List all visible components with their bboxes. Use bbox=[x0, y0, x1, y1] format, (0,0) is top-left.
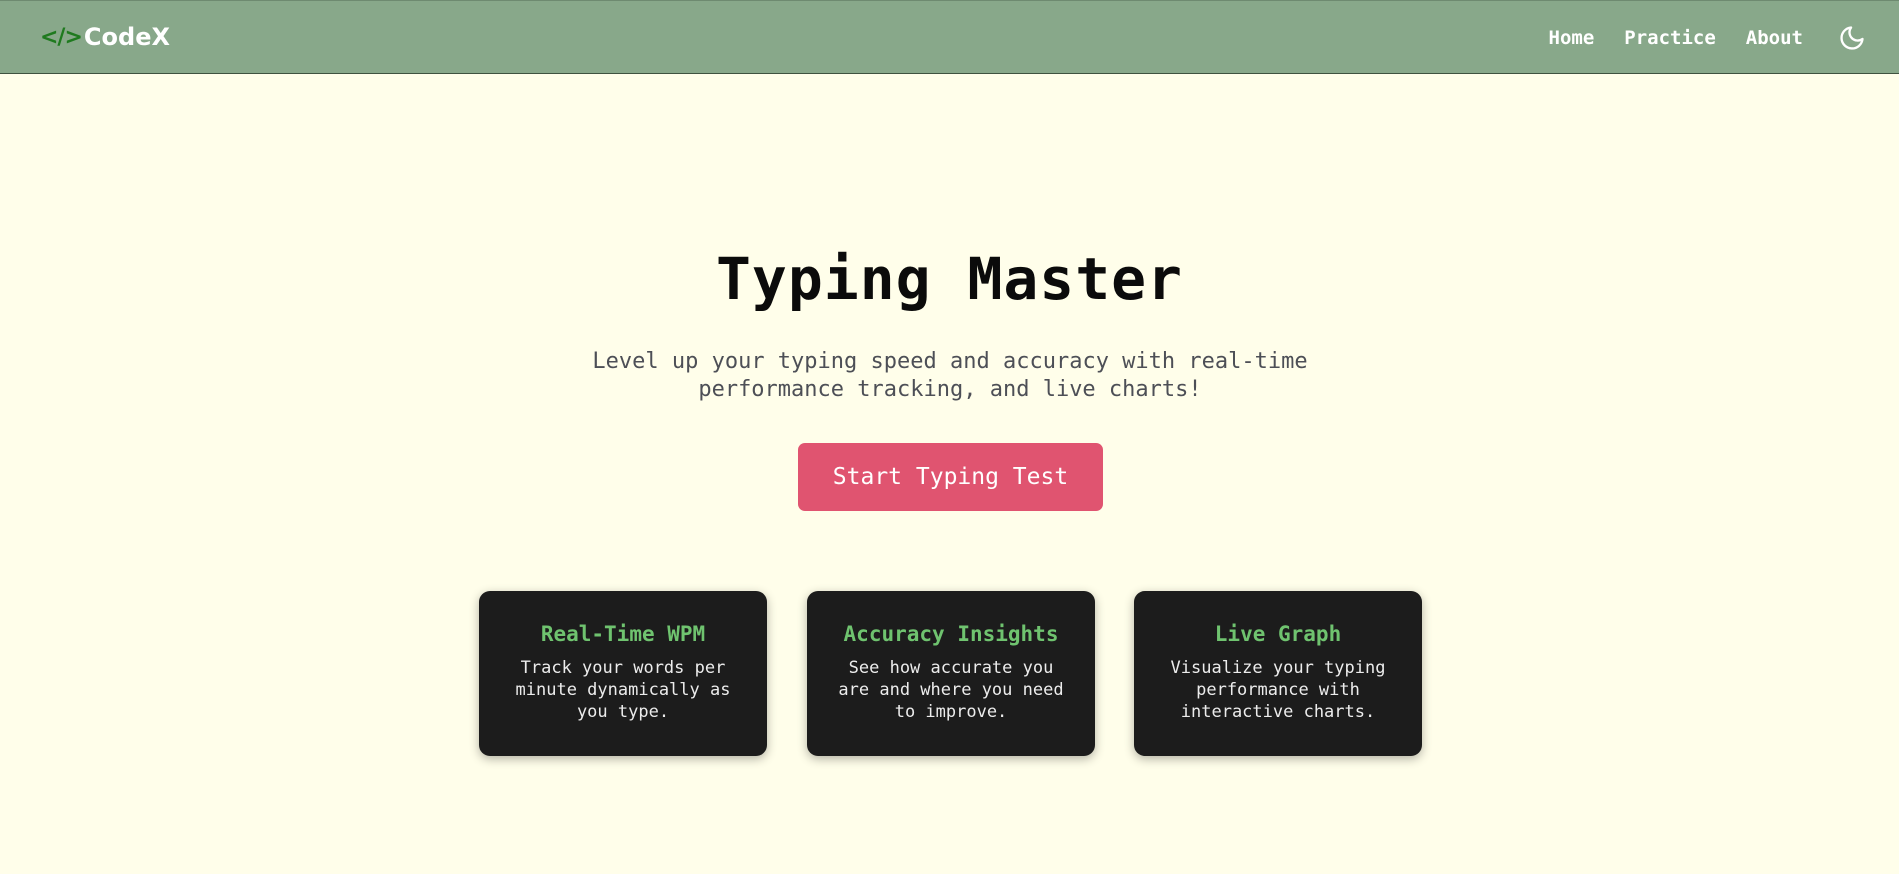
navbar: </> CodeX Home Practice About bbox=[0, 0, 1899, 74]
feature-card-text: See how accurate you are and where you n… bbox=[838, 658, 1064, 722]
logo[interactable]: </> CodeX bbox=[40, 21, 170, 53]
feature-card-wpm: Real-Time WPM Track your words per minut… bbox=[479, 591, 767, 756]
feature-card-graph: Live Graph Visualize your typing perform… bbox=[1134, 591, 1422, 756]
nav-links: Home Practice About bbox=[1549, 1, 1899, 75]
feature-card-title: Accuracy Insights bbox=[843, 622, 1059, 646]
nav-link-practice[interactable]: Practice bbox=[1624, 27, 1716, 49]
feature-card-title: Live Graph bbox=[1214, 622, 1342, 646]
logo-text: CodeX bbox=[83, 23, 170, 51]
feature-card-text: Visualize your typing performance with i… bbox=[1170, 658, 1386, 722]
moon-icon bbox=[1840, 26, 1864, 50]
nav-link-about[interactable]: About bbox=[1746, 27, 1803, 49]
code-icon: </> bbox=[40, 24, 83, 50]
nav-link-home[interactable]: Home bbox=[1549, 27, 1595, 49]
theme-toggle-button[interactable] bbox=[1837, 23, 1867, 53]
feature-card-text: Track your words per minute dynamically … bbox=[515, 658, 731, 722]
feature-card-title: Real-Time WPM bbox=[540, 622, 706, 646]
start-typing-test-button[interactable]: Start Typing Test bbox=[798, 443, 1103, 511]
page-title: Typing Master bbox=[716, 245, 1183, 313]
feature-card-accuracy: Accuracy Insights See how accurate you a… bbox=[807, 591, 1095, 756]
hero-subtitle: Level up your typing speed and accuracy … bbox=[592, 349, 1308, 402]
